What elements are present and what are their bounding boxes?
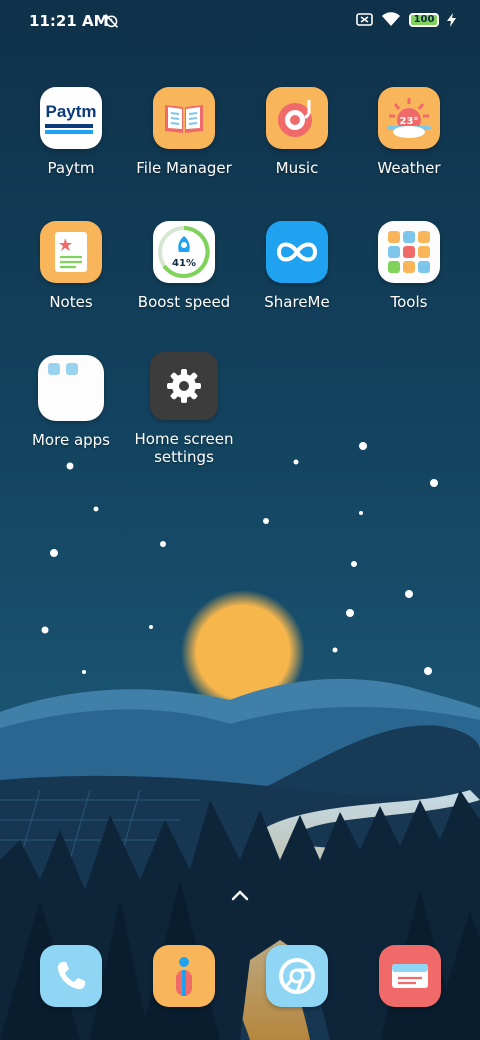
app-label: Weather (377, 159, 441, 177)
contacts-icon[interactable] (153, 945, 215, 1007)
app-weather[interactable]: 23° Weather (354, 87, 464, 177)
app-shareme[interactable]: ShareMe (242, 221, 352, 311)
status-time: 11:21 AM (29, 12, 109, 30)
messages-icon[interactable] (379, 945, 441, 1007)
phone-icon[interactable] (40, 945, 102, 1007)
app-home-screen-settings[interactable]: Home screen settings (129, 352, 239, 466)
boost-percent: 41% (172, 258, 196, 269)
wifi-icon (382, 12, 400, 26)
app-boost-speed[interactable]: 41% Boost speed (129, 221, 239, 311)
app-label: Paytm (47, 159, 95, 177)
chrome-icon[interactable] (266, 945, 328, 1007)
app-label: Boost speed (137, 293, 231, 311)
tools-folder-icon (378, 221, 440, 283)
weather-temp: 23° (400, 116, 419, 127)
app-label: File Manager (136, 159, 232, 177)
app-paytm[interactable]: Paytm Paytm (16, 87, 126, 177)
music-icon (266, 87, 328, 149)
app-music[interactable]: Music (242, 87, 352, 177)
boost-speed-icon: 41% (153, 221, 215, 283)
notes-icon (40, 221, 102, 283)
app-more-apps-folder[interactable]: More apps (16, 355, 126, 449)
paytm-logo-text: Paytm (45, 102, 97, 121)
charging-icon (447, 12, 456, 27)
sim-off-icon (356, 13, 373, 26)
dock (0, 945, 480, 1007)
alarm-off-icon (104, 14, 119, 28)
app-label: Notes (49, 293, 93, 311)
battery-level: 100 (413, 14, 435, 25)
chevron-up-icon[interactable] (230, 888, 250, 902)
app-label: Tools (390, 293, 428, 311)
app-tools-folder[interactable]: Tools (354, 221, 464, 311)
status-bar: 11:21 AM 100 (0, 0, 480, 44)
paytm-icon: Paytm (40, 87, 102, 149)
app-label: Home screen settings (134, 430, 234, 466)
app-label: Music (275, 159, 319, 177)
app-label: ShareMe (264, 293, 330, 311)
gear-icon (150, 352, 218, 420)
app-notes[interactable]: Notes (16, 221, 126, 311)
battery-icon: 100 (409, 12, 439, 27)
more-apps-folder-icon (38, 355, 104, 421)
weather-icon: 23° (378, 87, 440, 149)
app-label: More apps (31, 431, 110, 449)
app-file-manager[interactable]: File Manager (129, 87, 239, 177)
file-manager-icon (153, 87, 215, 149)
shareme-icon (266, 221, 328, 283)
